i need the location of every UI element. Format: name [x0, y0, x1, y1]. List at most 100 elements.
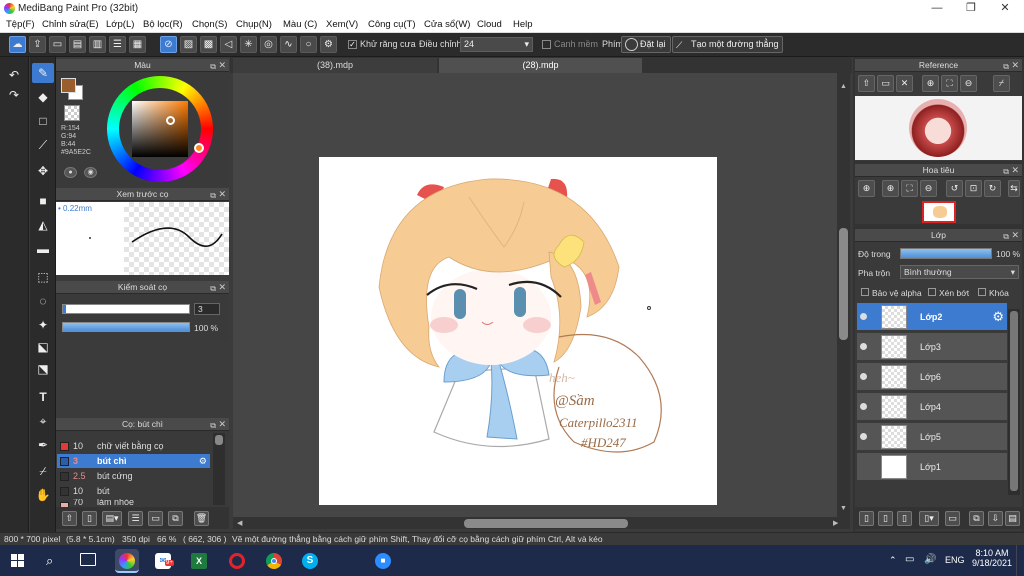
comment-button[interactable]: ▭: [49, 36, 66, 53]
taskbar-messenger[interactable]: ✉ 9+: [151, 549, 175, 573]
list-button[interactable]: ☰: [109, 36, 126, 53]
menu-view[interactable]: Xem(V): [326, 19, 358, 30]
snap-parallel-button[interactable]: ▨: [180, 36, 197, 53]
reference-eyedropper-button[interactable]: ⌿: [993, 75, 1010, 92]
minimize-button[interactable]: —: [920, 0, 954, 17]
menu-filter[interactable]: Bộ lọc(R): [143, 19, 183, 30]
visibility-eye-icon[interactable]: [860, 403, 867, 410]
close-icon[interactable]: ✕: [1011, 229, 1019, 242]
taskbar-excel[interactable]: X: [187, 549, 211, 573]
close-button[interactable]: ✕: [988, 0, 1022, 17]
tab-document-38[interactable]: (38).mdp: [233, 58, 437, 73]
layer-menu-button[interactable]: ▤: [1005, 511, 1020, 526]
eyedropper-tool[interactable]: ⌿: [32, 461, 54, 481]
reference-fit-button[interactable]: ⛶: [941, 75, 958, 92]
maximize-button[interactable]: ❐: [954, 0, 988, 17]
close-icon[interactable]: ✕: [218, 188, 226, 201]
palette-add-button[interactable]: ●: [64, 167, 77, 178]
expand-icon[interactable]: ⧉: [210, 189, 216, 202]
brush-item-selected[interactable]: 3 bút chì ⚙: [57, 454, 210, 468]
layer-folder-button[interactable]: ▭: [945, 511, 960, 526]
menu-file[interactable]: Tệp(F): [6, 19, 35, 30]
close-icon[interactable]: ✕: [218, 59, 226, 72]
brush-menu-button[interactable]: ▤▾: [102, 511, 122, 526]
brush-size-slider[interactable]: [62, 304, 190, 314]
brush-opacity-slider[interactable]: [62, 322, 190, 332]
visibility-eye-icon[interactable]: [860, 433, 867, 440]
tab-document-28[interactable]: (28).mdp: [439, 58, 642, 73]
snap-circle-button[interactable]: ○: [300, 36, 317, 53]
reference-zoom-out-button[interactable]: ⊖: [960, 75, 977, 92]
clipping-checkbox[interactable]: [928, 288, 936, 296]
menu-select[interactable]: Chọn(S): [192, 19, 227, 30]
navigator-thumbnail[interactable]: [922, 201, 956, 223]
visibility-eye-icon[interactable]: [860, 313, 867, 320]
visibility-eye-icon[interactable]: [860, 343, 867, 350]
blend-mode-dropdown[interactable]: Bình thường ▾: [900, 265, 1019, 279]
close-icon[interactable]: ✕: [1011, 59, 1019, 72]
expand-icon[interactable]: ⧉: [210, 282, 216, 295]
menu-edit[interactable]: Chỉnh sửa(E): [42, 19, 99, 30]
correction-dropdown[interactable]: 24 ▾: [460, 37, 533, 52]
taskbar-opera[interactable]: [225, 549, 249, 573]
expand-icon[interactable]: ⧉: [1003, 165, 1009, 178]
network-icon[interactable]: ▭: [905, 554, 914, 565]
sv-cursor[interactable]: [166, 116, 175, 125]
new-brush-button[interactable]: ▯: [82, 511, 97, 526]
transparent-color-swatch[interactable]: [64, 105, 80, 121]
drawing-canvas[interactable]: heh~ @Sầm Caterpillo2311 #HD247: [319, 157, 717, 505]
scroll-left-icon[interactable]: ◀: [237, 519, 242, 527]
reference-open-button[interactable]: ▭: [877, 75, 894, 92]
taskbar-skype[interactable]: S: [298, 549, 322, 573]
layer-row-selected[interactable]: Lớp2 ⚙: [857, 303, 1007, 331]
merge-layer-button[interactable]: ⇩: [988, 511, 1003, 526]
brush-item[interactable]: 2.5 bút cứng: [57, 469, 210, 483]
gear-icon[interactable]: ⚙: [992, 309, 1004, 325]
undo-button[interactable]: ↶: [4, 65, 24, 85]
share-button[interactable]: ⇪: [29, 36, 46, 53]
line-tool[interactable]: ⟋: [32, 135, 54, 155]
close-icon[interactable]: ✕: [218, 281, 226, 294]
brush-list-scrollbar[interactable]: [213, 433, 225, 505]
snap-concentric-button[interactable]: ◎: [260, 36, 277, 53]
horizontal-scrollbar[interactable]: ◀ ▶: [233, 517, 850, 529]
divide-tool[interactable]: ✒: [32, 435, 54, 455]
soft-edge-checkbox[interactable]: [542, 40, 551, 49]
lock-checkbox[interactable]: [978, 288, 986, 296]
layer-row[interactable]: Lớp5: [857, 423, 1007, 451]
reference-close-button[interactable]: ✕: [896, 75, 913, 92]
grid-button[interactable]: ▦: [129, 36, 146, 53]
brush-folder-button[interactable]: ▭: [148, 511, 163, 526]
layer-row[interactable]: Lớp1: [857, 453, 1007, 481]
horizontal-scroll-thumb[interactable]: [464, 519, 628, 528]
brush-tool[interactable]: ✎: [32, 63, 54, 83]
visibility-eye-icon[interactable]: [860, 373, 867, 380]
scroll-up-icon[interactable]: ▲: [840, 83, 847, 90]
new-layer-button[interactable]: ▯: [859, 511, 874, 526]
taskbar-chrome[interactable]: [262, 549, 286, 573]
text-tool[interactable]: T: [32, 387, 54, 407]
menu-cloud[interactable]: Cloud: [477, 19, 502, 30]
snap-grid-button[interactable]: ▩: [200, 36, 217, 53]
taskbar-medibang[interactable]: [115, 549, 139, 573]
menu-snap[interactable]: Chụp(N): [236, 19, 272, 30]
expand-icon[interactable]: ⧉: [210, 419, 216, 432]
windows-start-button[interactable]: [11, 554, 24, 567]
select-eraser-tool[interactable]: ⬔: [32, 359, 54, 379]
nav-rotate-right-button[interactable]: ↻: [984, 180, 1001, 197]
volume-icon[interactable]: 🔊: [924, 554, 936, 565]
nav-flip-button[interactable]: ⇆: [1008, 180, 1020, 197]
menu-color[interactable]: Màu (C): [283, 19, 317, 30]
task-view-button[interactable]: [80, 553, 96, 566]
scroll-right-icon[interactable]: ▶: [833, 519, 838, 527]
select-pen-tool[interactable]: ⬕: [32, 337, 54, 357]
tray-clock[interactable]: 8:10 AM 9/18/2021: [972, 548, 1012, 568]
gradient-tool[interactable]: ▬: [32, 239, 54, 259]
snap-curve-button[interactable]: ∿: [280, 36, 297, 53]
menu-layer[interactable]: Lớp(L): [106, 19, 134, 30]
delete-brush-button[interactable]: 🗑: [194, 511, 209, 526]
duplicate-brush-button[interactable]: ⧉: [168, 511, 183, 526]
input-language[interactable]: ENG: [945, 555, 965, 565]
nav-fit-button[interactable]: ⛶: [901, 180, 918, 197]
straight-line-button[interactable]: ⟋ Tạo một đường thẳng: [672, 36, 784, 53]
